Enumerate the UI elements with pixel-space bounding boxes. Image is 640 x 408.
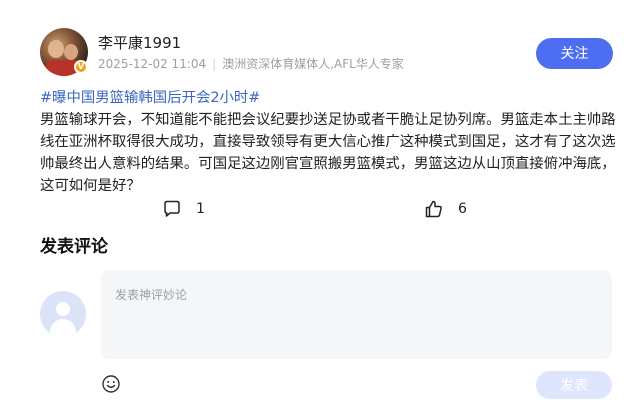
post-text: 男篮输球开会，不知道能不能把会议纪要抄送足协或者干脆让足协列席。男篮走本土主帅路… <box>40 112 616 194</box>
comment-action-button[interactable]: 1 <box>162 197 205 221</box>
thumbs-up-icon <box>425 200 442 218</box>
post-actions: 1 6 <box>0 197 640 221</box>
verified-badge-icon: V <box>74 60 88 74</box>
post-hashtag-link[interactable]: #曝中国男篮输韩国后开会2小时# <box>40 90 260 106</box>
like-count: 6 <box>458 201 467 217</box>
smiley-icon[interactable] <box>101 374 121 394</box>
comment-count: 1 <box>196 201 205 217</box>
author-name[interactable]: 李平康1991 <box>98 32 181 53</box>
user-avatar-placeholder <box>40 291 86 337</box>
follow-button[interactable]: 关注 <box>536 38 613 69</box>
comment-bubble-icon <box>164 200 180 217</box>
comment-input[interactable] <box>101 270 612 359</box>
like-action-button[interactable]: 6 <box>424 197 467 221</box>
meta-separator: | <box>212 57 217 71</box>
post-meta: 2025-12-02 11:04 | 澳洲资深体育媒体人,AFL华人专家 <box>98 55 404 72</box>
submit-comment-button[interactable]: 发表 <box>536 371 612 399</box>
post-body: #曝中国男篮输韩国后开会2小时# 男篮输球开会，不知道能不能把会议纪要抄送足协或… <box>40 87 616 197</box>
author-description: 澳洲资深体育媒体人,AFL华人专家 <box>222 57 404 71</box>
comment-section-title: 发表评论 <box>40 237 108 257</box>
post-date: 2025-12-02 11:04 <box>98 57 207 71</box>
